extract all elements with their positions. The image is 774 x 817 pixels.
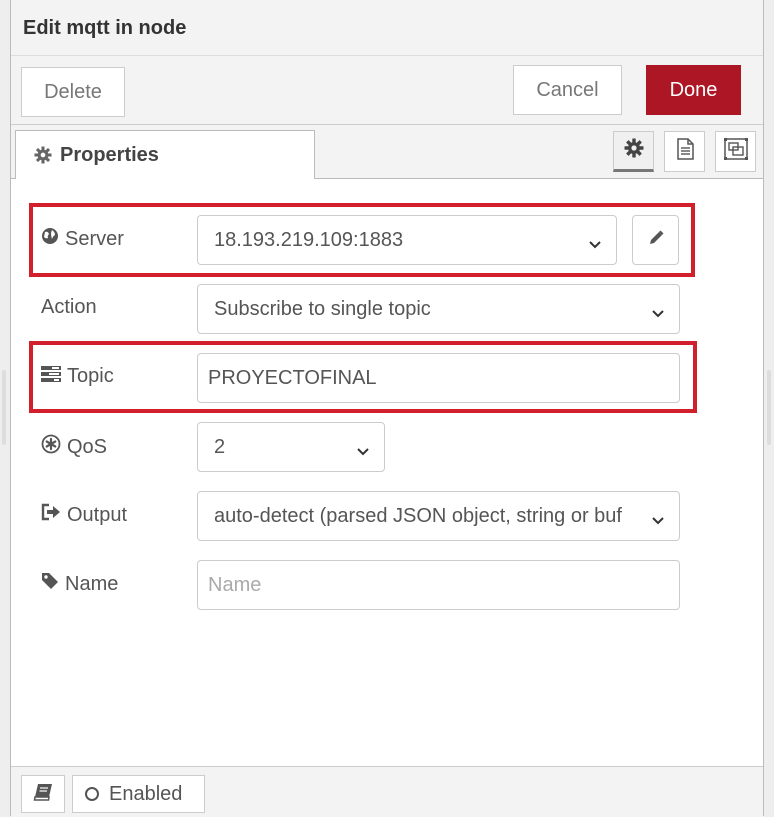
asterisk-icon [41, 434, 61, 460]
chevron-down-icon [588, 233, 602, 256]
tab-settings[interactable] [613, 131, 654, 172]
pencil-icon [647, 229, 665, 252]
topic-label: Topic [41, 365, 114, 388]
book-icon [33, 783, 53, 806]
left-resize-handle[interactable] [2, 370, 6, 445]
server-label: Server [41, 227, 124, 251]
chevron-down-icon [651, 302, 665, 325]
tab-description[interactable] [664, 131, 705, 172]
name-label: Name [41, 572, 118, 596]
tab-bar: Properties [11, 125, 763, 179]
delete-button[interactable]: Delete [21, 67, 125, 117]
object-group-icon [723, 138, 748, 165]
action-label: Action [41, 296, 97, 318]
sign-out-icon [41, 503, 61, 527]
tray-title: Edit mqtt in node [23, 17, 187, 39]
chevron-down-icon [356, 440, 370, 463]
file-text-icon [676, 138, 694, 165]
tray-header: Edit mqtt in node [11, 0, 763, 56]
cancel-button[interactable]: Cancel [513, 65, 622, 115]
qos-select[interactable]: 2 [197, 422, 385, 472]
server-select[interactable]: 18.193.219.109:1883 [197, 215, 617, 265]
topic-input[interactable]: PROYECTOFINAL [197, 353, 680, 403]
tab-properties[interactable]: Properties [15, 130, 315, 179]
tray-footer: Enabled [11, 766, 763, 817]
tag-icon [41, 572, 59, 596]
output-label: Output [41, 503, 127, 527]
right-resize-handle[interactable] [767, 370, 771, 445]
tasks-icon [41, 365, 61, 388]
edit-server-button[interactable] [632, 215, 679, 265]
gear-icon [624, 138, 644, 163]
tray-toolbar: Delete Cancel Done [11, 56, 763, 125]
properties-form: Server 18.193.219.109:1883 Action Subscr… [11, 179, 763, 766]
chevron-down-icon [651, 509, 665, 532]
tab-appearance[interactable] [715, 131, 756, 172]
name-input[interactable]: Name [197, 560, 680, 610]
globe-icon [41, 227, 59, 251]
gear-icon [34, 146, 52, 164]
action-select[interactable]: Subscribe to single topic [197, 284, 680, 334]
qos-label: QoS [41, 434, 107, 460]
done-button[interactable]: Done [646, 65, 741, 115]
tab-properties-label: Properties [60, 143, 159, 166]
circle-icon [85, 787, 99, 801]
enabled-toggle[interactable]: Enabled [72, 775, 205, 813]
node-help-button[interactable] [21, 775, 65, 813]
edit-tray: Edit mqtt in node Delete Cancel Done Pro… [10, 0, 764, 817]
output-select[interactable]: auto-detect (parsed JSON object, string … [197, 491, 680, 541]
